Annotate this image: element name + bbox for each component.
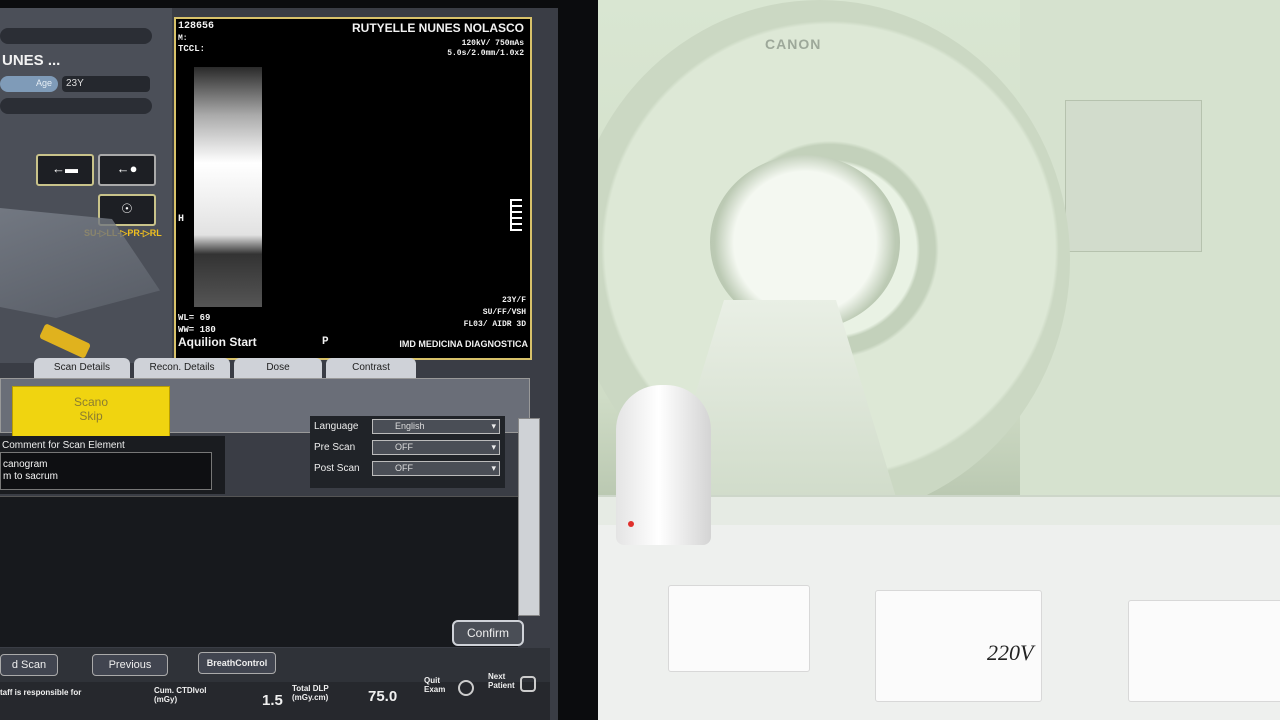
age-label-chip: Age: [0, 76, 58, 92]
language-label: Language: [314, 421, 359, 432]
console-screen: UNES ... Age 23Y ←▬ ←● ☉ SU-▷LL-▷PR-▷RL …: [0, 8, 558, 720]
right-info-1: 23Y/F: [501, 296, 526, 305]
postscan-label: Post Scan: [314, 463, 360, 474]
scanogram-image: [194, 67, 262, 307]
scanner-model: Aquilion Start: [178, 335, 257, 349]
gantry-brand: CANON: [765, 36, 822, 52]
info-field: [0, 28, 152, 44]
quit-exam-icon[interactable]: [458, 680, 474, 696]
ctdi-value: 1.5: [262, 692, 283, 709]
wall-outlet: [1128, 600, 1280, 702]
console-monitor: UNES ... Age 23Y ←▬ ←● ☉ SU-▷LL-▷PR-▷RL …: [0, 0, 598, 720]
patient-name-short: UNES ...: [2, 52, 61, 69]
voltage-label: 220V: [987, 640, 1034, 665]
right-info-3: FL03/ AIDR 3D: [463, 320, 526, 329]
comment-line-2: m to sacrum: [3, 471, 59, 482]
scale-ruler: [510, 199, 522, 231]
breath-control-button[interactable]: BreathControl: [198, 652, 276, 674]
age-value: 23Y: [62, 76, 150, 92]
patient-full-name: RUTYELLE NUNES NOLASCO: [351, 21, 524, 35]
head-first-button[interactable]: ←●: [98, 154, 156, 186]
scan-params-2: 5.0s/2.0mm/1.0x2: [447, 49, 524, 58]
dlp-value: 75.0: [368, 688, 398, 705]
next-patient-icon[interactable]: [520, 676, 536, 692]
security-camera: [616, 385, 711, 545]
orientation-h: H: [178, 214, 185, 225]
prescan-select[interactable]: OFF: [372, 440, 500, 455]
prescan-label: Pre Scan: [314, 442, 356, 453]
tab-contrast[interactable]: Contrast: [326, 358, 416, 378]
feet-first-button[interactable]: ←▬: [36, 154, 94, 186]
scanogram-viewer: 128656 M: TCCL: RUTYELLE NUNES NOLASCO 1…: [174, 17, 532, 360]
window-level: WL= 69: [178, 313, 211, 323]
dose-status-bar: taff is responsible for Cum. CTDIvol (mG…: [0, 672, 550, 720]
add-scan-button[interactable]: d Scan: [0, 654, 58, 676]
confirm-button[interactable]: Confirm: [452, 620, 524, 646]
info-field: [0, 98, 152, 114]
postscan-select[interactable]: OFF: [372, 461, 500, 476]
table-move-arrow-button[interactable]: [38, 323, 92, 359]
previous-button[interactable]: Previous: [92, 654, 168, 676]
camera-led: [628, 521, 634, 527]
scano-skip-line2: Skip: [79, 409, 103, 423]
tab-dose[interactable]: Dose: [234, 358, 322, 378]
tccl-label: TCCL:: [178, 44, 206, 54]
comment-field[interactable]: canogram m to sacrum: [0, 452, 212, 490]
language-select[interactable]: English: [372, 419, 500, 434]
action-bar: d Scan Previous BreathControl: [0, 648, 550, 682]
scanner-room-photo: CANON 220V: [560, 0, 1280, 720]
wall-outlet: [668, 585, 810, 672]
scano-skip-line1: Scano: [73, 395, 109, 409]
vertical-scrollbar[interactable]: [518, 418, 540, 616]
scano-skip-button[interactable]: Scano Skip: [12, 386, 170, 438]
quit-exam-label: Quit Exam: [424, 676, 446, 694]
scan-tabs: Scan Details Recon. Details Dose Contras…: [0, 358, 530, 378]
tab-recon-details[interactable]: Recon. Details: [134, 358, 230, 378]
orientation-p: P: [322, 336, 329, 348]
right-info-2: SU/FF/VSH: [482, 308, 526, 317]
scan-settings: Language English Pre Scan OFF Post Scan …: [310, 416, 505, 488]
comment-line-1: canogram: [3, 459, 48, 470]
m-label: M:: [178, 34, 188, 43]
wall-control-box: [1065, 100, 1202, 252]
staff-warning: taff is responsible for: [0, 688, 82, 697]
comment-title: Comment for Scan Element: [2, 440, 125, 451]
tab-scan-details[interactable]: Scan Details: [34, 358, 130, 378]
patient-id: 128656: [178, 21, 215, 32]
ctdi-label: Cum. CTDIvol (mGy): [154, 686, 207, 704]
dlp-label: Total DLP (mGy.cm): [292, 684, 329, 702]
patient-panel: UNES ... Age 23Y ←▬ ←● ☉ SU-▷LL-▷PR-▷RL: [0, 8, 172, 363]
institution-name: IMD MEDICINA DIAGNOSTICA: [399, 339, 528, 349]
scan-plan-list: [0, 496, 518, 647]
